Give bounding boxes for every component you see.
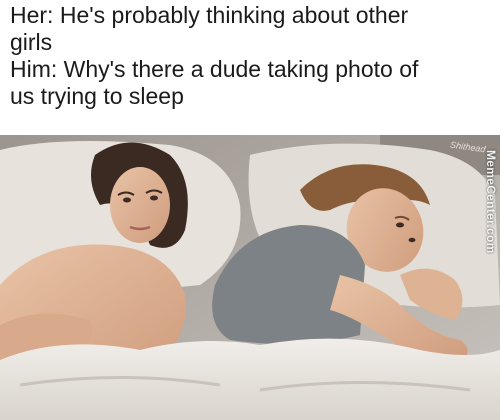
meme-caption: Her: He's probably thinking about other … [10, 2, 490, 110]
caption-line-4: us trying to sleep [10, 83, 184, 109]
meme-photo [0, 135, 500, 420]
caption-line-2: girls [10, 29, 53, 55]
caption-line-3: Him: Why's there a dude taking photo of [10, 56, 419, 82]
caption-line-1: Her: He's probably thinking about other [10, 2, 409, 28]
woman-face [110, 167, 170, 243]
watermark-memecenter: MemeCenter.com [484, 150, 498, 254]
